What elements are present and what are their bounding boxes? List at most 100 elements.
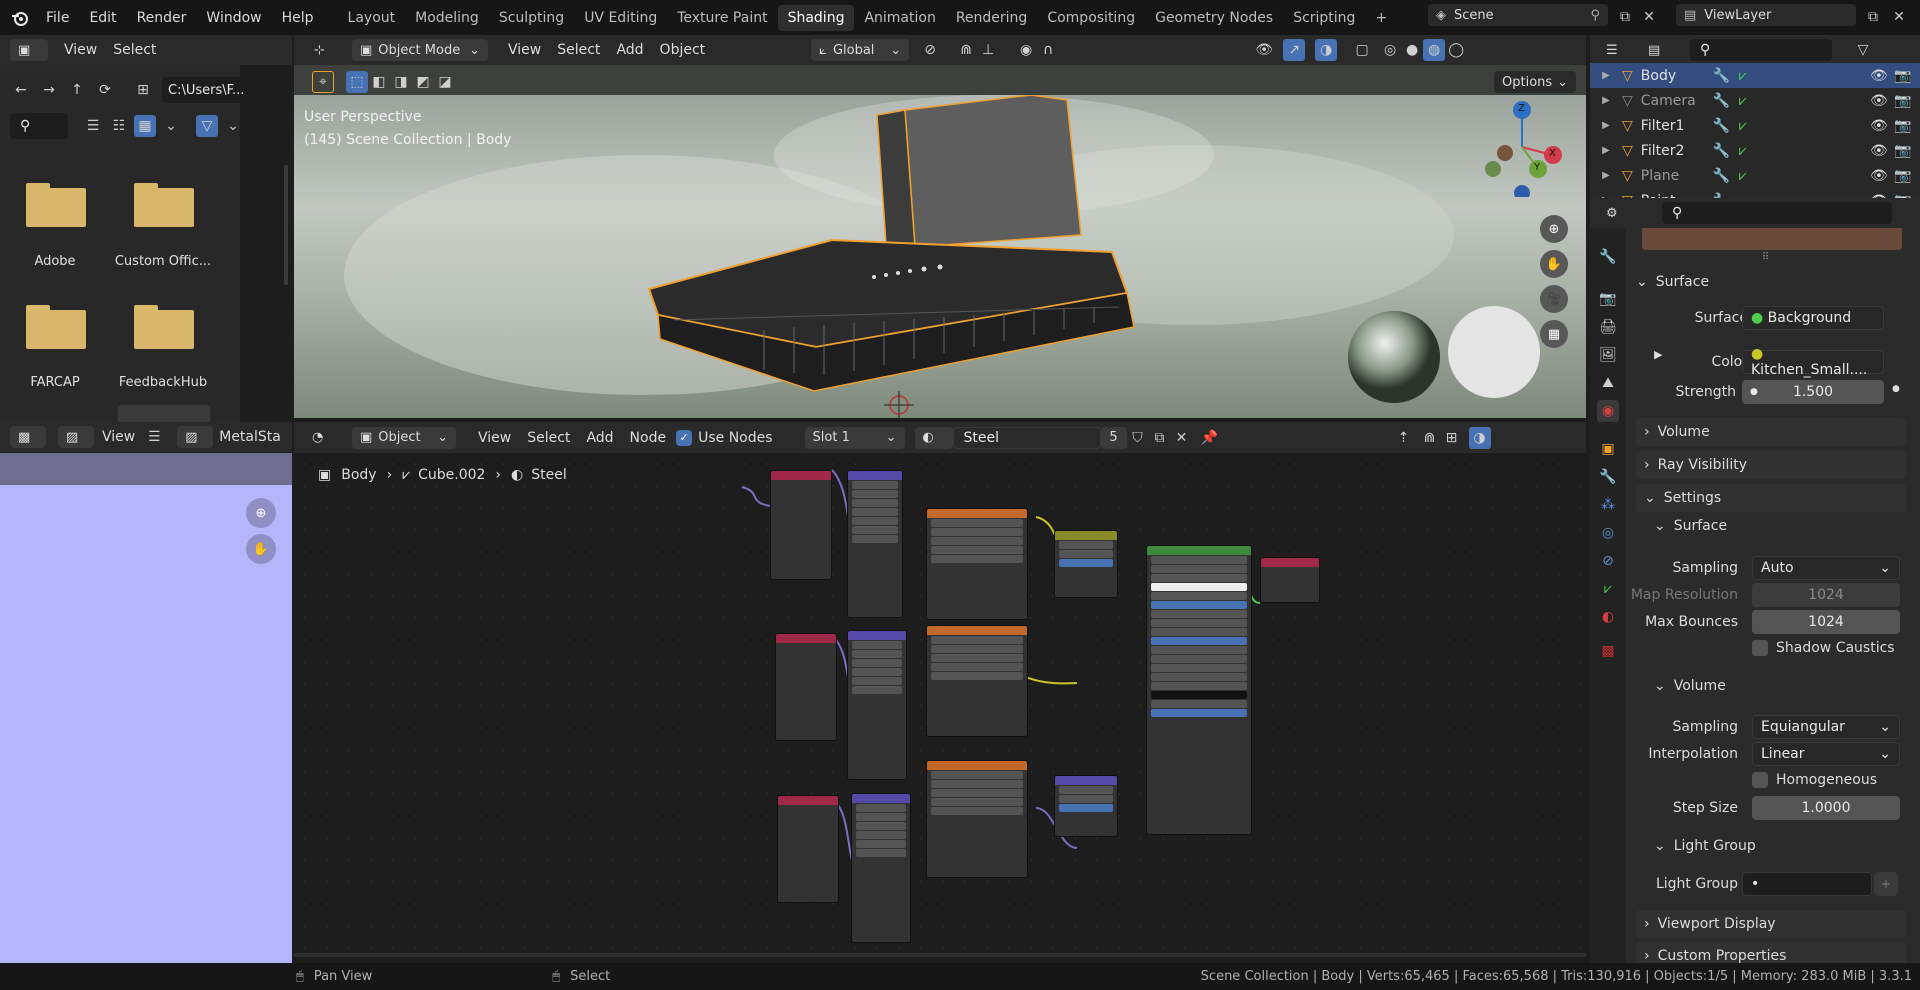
select-extend-icon[interactable]: ◧ — [368, 71, 390, 93]
workspace-tab-geometry-nodes[interactable]: Geometry Nodes — [1145, 5, 1283, 31]
modifier-tab-icon[interactable]: 🔧 — [1597, 466, 1619, 488]
ne-view-menu[interactable]: View — [470, 430, 519, 446]
select-box-icon[interactable]: ⬚ — [346, 71, 368, 93]
editor-type-button[interactable]: ☰ — [1598, 39, 1636, 61]
folder-icon[interactable] — [134, 305, 194, 349]
delete-scene-icon[interactable]: ✕ — [1638, 6, 1660, 28]
expand-arrow-icon[interactable]: ▶ — [1590, 170, 1622, 181]
outliner-row[interactable]: ▶ ▽ Plane 🔧 ⩗ 👁 📷 — [1590, 163, 1920, 188]
pin-icon[interactable]: ⚲ — [1590, 8, 1600, 23]
navigation-gizmo[interactable]: Z X Y — [1472, 97, 1572, 201]
node-normal-map[interactable] — [1054, 775, 1118, 837]
workspace-tab-layout[interactable]: Layout — [338, 5, 406, 31]
workspace-tab-texture-paint[interactable]: Texture Paint — [667, 5, 777, 31]
volume-sampling-dropdown[interactable]: Equiangular ⌄ — [1752, 715, 1900, 739]
vp-view-menu[interactable]: View — [500, 42, 549, 58]
outliner-item-name[interactable]: Body — [1641, 68, 1713, 84]
outliner-item-name[interactable]: Camera — [1641, 93, 1713, 109]
color-texture-dropdown[interactable]: ● Kitchen_Small.... — [1742, 346, 1884, 378]
editor-type-button[interactable]: ⚙ — [1598, 202, 1636, 224]
scene-tab-icon[interactable]: ⛰ — [1597, 372, 1619, 394]
visibility-icon[interactable]: 👁 — [1253, 39, 1275, 61]
node-texture-coordinate[interactable] — [770, 470, 832, 580]
gizmo-toggle-icon[interactable]: ↗ — [1283, 39, 1306, 61]
eye-icon[interactable]: 👁 — [1870, 118, 1894, 134]
grid-view-icon[interactable]: ▦ — [1540, 320, 1568, 348]
zoom-icon[interactable]: ⊕ — [246, 498, 276, 528]
node-mapping[interactable] — [847, 630, 907, 780]
eye-icon[interactable]: 👁 — [1870, 168, 1894, 184]
menu-edit[interactable]: Edit — [79, 10, 126, 26]
editor-type-button[interactable]: ⊹ — [306, 39, 346, 61]
shadow-caustics-toggle[interactable]: Shadow Caustics — [1752, 640, 1895, 656]
keyframe-dot-icon[interactable]: ● — [1892, 384, 1900, 394]
overlay-toggle-icon[interactable]: ◑ — [1315, 39, 1338, 61]
new-folder-icon[interactable]: ⊞ — [132, 79, 154, 101]
parent-dir-icon[interactable]: ↑ — [66, 79, 88, 101]
outliner-item-name[interactable]: Filter1 — [1641, 118, 1713, 134]
workspace-tab-sculpting[interactable]: Sculpting — [489, 5, 574, 31]
fb-select-menu[interactable]: Select — [105, 42, 164, 58]
surface-panel-header[interactable]: ⌄ Surface — [1636, 268, 1709, 296]
node-material-output[interactable] — [1260, 557, 1320, 603]
outliner-row[interactable]: ▶ ▽ Filter1 🔧 ⩗ 👁 📷 — [1590, 113, 1920, 138]
camera-render-icon[interactable]: 📷 — [1894, 168, 1920, 184]
select-invert-icon[interactable]: ◩ — [412, 71, 434, 93]
surface-shader-dropdown[interactable]: ● Background — [1742, 306, 1884, 330]
ie-view-menu[interactable]: View — [94, 429, 143, 445]
new-scene-icon[interactable]: ⧉ — [1614, 6, 1636, 28]
snap-target-icon[interactable]: ⊞ — [1441, 427, 1463, 449]
fb-scrollbar[interactable] — [284, 165, 288, 285]
pivot-icon[interactable]: ⊘ — [919, 39, 941, 61]
wireframe-shading-icon[interactable]: ◎ — [1379, 39, 1401, 61]
hamburger-icon[interactable]: ☰ — [143, 426, 165, 448]
resize-grip-icon[interactable]: ⠿ — [1762, 252, 1769, 263]
select-tool-icon[interactable]: ⌖ — [312, 71, 334, 93]
outliner-search-input[interactable]: ⚲ — [1690, 39, 1832, 61]
node-editor-canvas[interactable]: ▣ Body › ⩗ Cube.002 › ◐ Steel — [294, 453, 1586, 963]
eye-icon[interactable]: 👁 — [1870, 143, 1894, 159]
custom-properties-panel-header[interactable]: › Custom Properties — [1636, 942, 1906, 963]
expand-arrow-icon[interactable]: ▶ — [1590, 120, 1622, 131]
back-icon[interactable]: ← — [10, 79, 32, 101]
volume-panel-header[interactable]: › Volume — [1636, 418, 1906, 446]
node-image-texture[interactable] — [926, 508, 1028, 620]
rendered-shading-icon[interactable]: ◯ — [1445, 39, 1467, 61]
light-group-subheader[interactable]: ⌄ Light Group — [1654, 832, 1756, 860]
node-texture-coordinate[interactable] — [777, 795, 839, 903]
fb-view-menu[interactable]: View — [56, 42, 105, 58]
solid-shading-icon[interactable]: ● — [1401, 39, 1423, 61]
node-image-texture[interactable] — [926, 625, 1028, 737]
outliner-item-name[interactable]: Filter2 — [1641, 143, 1713, 159]
workspace-tab-rendering[interactable]: Rendering — [946, 5, 1038, 31]
filter-chevron-icon[interactable]: ⌄ — [222, 115, 244, 137]
light-group-field[interactable]: • — [1742, 872, 1872, 896]
editor-type-button[interactable]: ▣ — [10, 39, 48, 61]
view-layer-tab-icon[interactable]: 🖼 — [1597, 344, 1619, 366]
ne-select-menu[interactable]: Select — [519, 430, 578, 446]
viewport-canvas[interactable]: User Perspective (145) Scene Collection … — [294, 95, 1586, 418]
menu-file[interactable]: File — [36, 10, 79, 26]
falloff-icon[interactable]: ∩ — [1037, 39, 1059, 61]
outliner-row[interactable]: ▶▽Point🔧⩗👁📷 — [1590, 188, 1920, 199]
strength-field[interactable]: ● 1.500 — [1742, 380, 1884, 404]
fb-search-input[interactable]: ⚲ — [10, 113, 68, 139]
editor-type-button[interactable]: ▩ — [10, 426, 46, 448]
camera-render-icon[interactable]: 📷 — [1894, 68, 1920, 84]
filter-icon[interactable]: ▽ — [1852, 39, 1874, 61]
parent-node-tree-icon[interactable]: ⇡ — [1393, 427, 1415, 449]
max-bounces-field[interactable]: 1024 — [1752, 610, 1900, 634]
forward-icon[interactable]: → — [38, 79, 60, 101]
material-tab-icon[interactable]: ◐ — [1597, 606, 1619, 628]
node-mapping[interactable] — [851, 793, 911, 943]
menu-window[interactable]: Window — [196, 10, 271, 26]
snap-magnet-icon[interactable]: ⋒ — [955, 39, 977, 61]
workspace-tab-modeling[interactable]: Modeling — [405, 5, 489, 31]
node-principled-bsdf[interactable] — [1146, 545, 1252, 835]
add-workspace-button[interactable]: + — [1365, 5, 1397, 31]
output-tab-icon[interactable]: 🖨 — [1597, 316, 1619, 338]
proportional-edit-icon[interactable]: ◉ — [1015, 39, 1037, 61]
outliner-item-name[interactable]: Plane — [1641, 168, 1713, 184]
ne-add-menu[interactable]: Add — [578, 430, 621, 446]
orientation-dropdown[interactable]: ⟀ Global ⌄ — [811, 39, 910, 61]
